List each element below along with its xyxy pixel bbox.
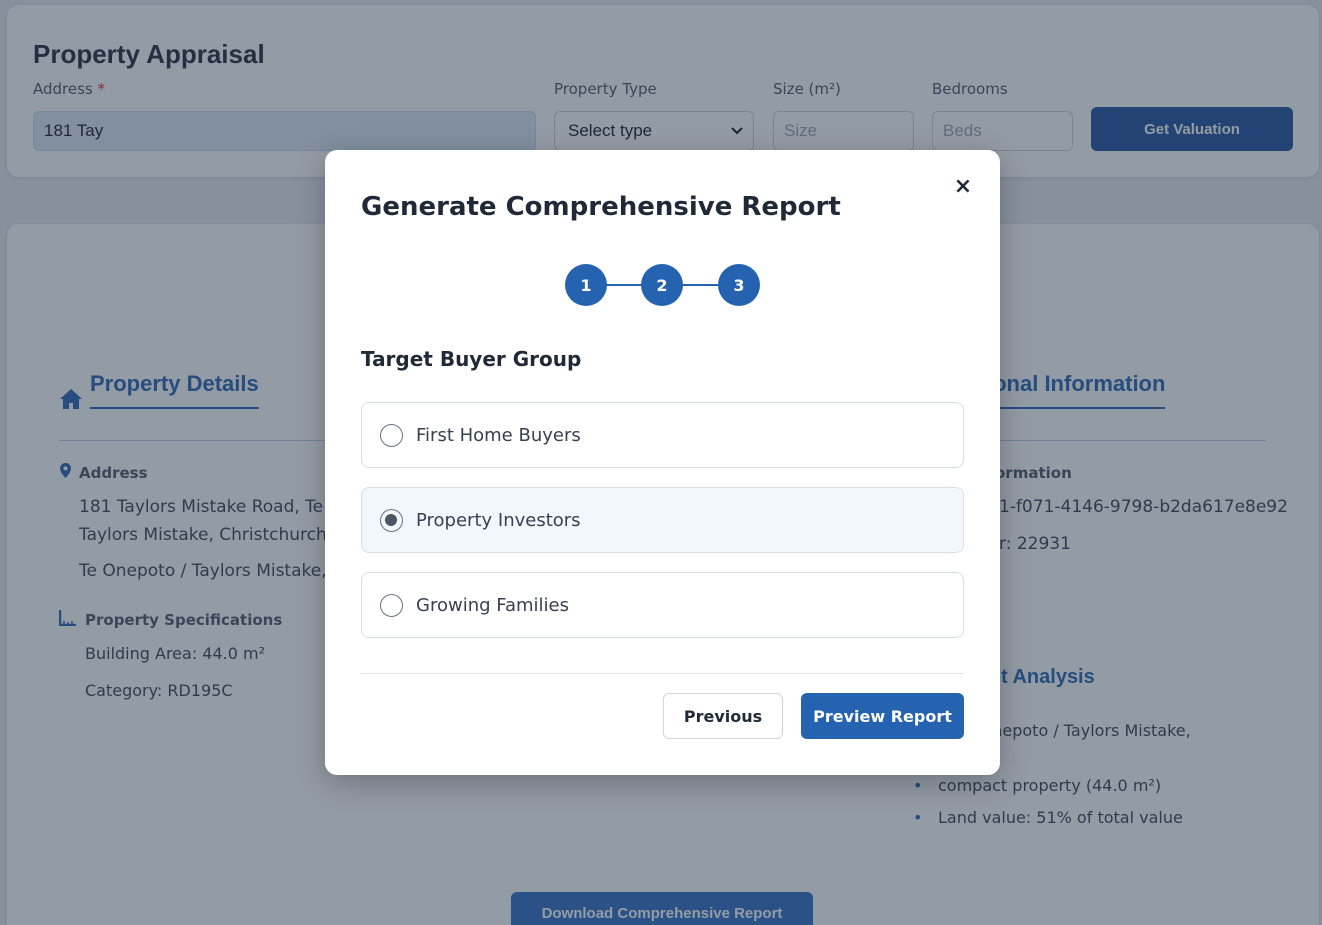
previous-button[interactable]: Previous [663,693,783,739]
stepper: 1 2 3 [566,265,759,305]
option-label: First Home Buyers [416,424,581,446]
preview-report-button[interactable]: Preview Report [801,693,964,739]
radio-button[interactable] [380,593,403,617]
modal-footer-divider [361,673,964,674]
step-2: 2 [642,265,682,305]
radio-button[interactable] [380,423,403,447]
step-connector [606,284,643,286]
option-label: Growing Families [416,594,569,616]
close-icon[interactable]: × [951,174,975,199]
buyer-group-title: Target Buyer Group [361,347,582,371]
step-1: 1 [566,265,606,305]
option-label: Property Investors [416,509,581,531]
report-modal: × Generate Comprehensive Report 1 2 3 Ta… [325,150,1000,775]
option-first-home-buyers[interactable]: First Home Buyers [361,402,964,468]
step-3: 3 [719,265,759,305]
step-connector [682,284,719,286]
page: Property Appraisal Address * 181 Tay Pro… [0,0,1322,925]
option-property-investors[interactable]: Property Investors [361,487,964,553]
radio-button-checked[interactable] [380,508,403,532]
modal-title: Generate Comprehensive Report [361,192,841,222]
option-growing-families[interactable]: Growing Families [361,572,964,638]
